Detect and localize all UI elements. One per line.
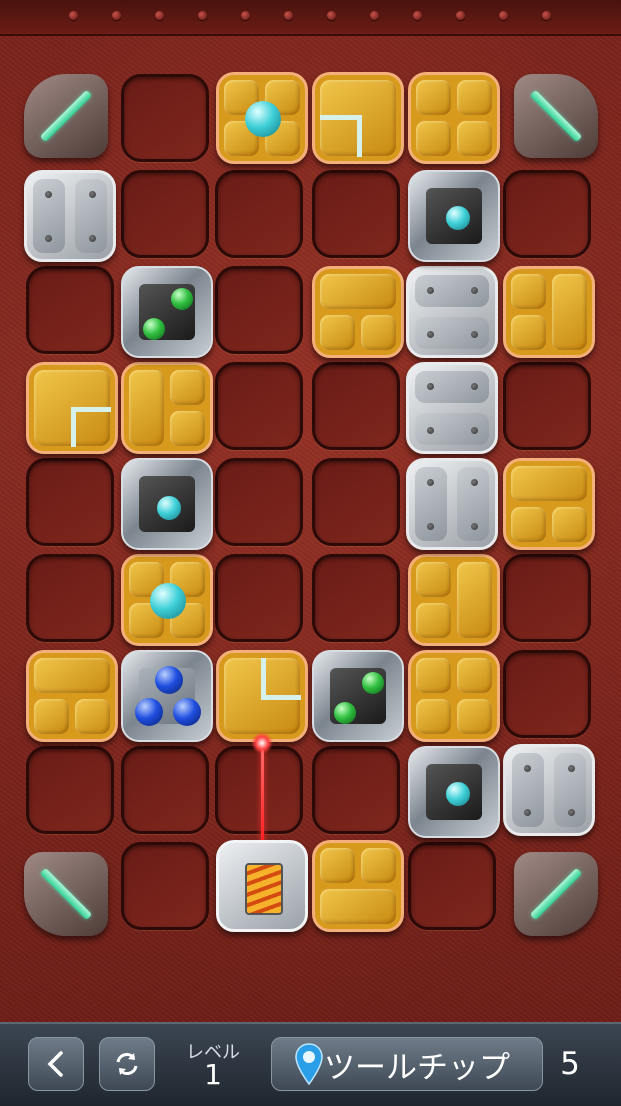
gold-tee-tile[interactable] xyxy=(312,840,404,932)
laser-emitter[interactable] xyxy=(216,840,308,932)
empty-slot[interactable] xyxy=(215,266,303,354)
gold-tee-tile[interactable] xyxy=(408,554,500,646)
chevron-left-icon xyxy=(47,1051,63,1077)
cyan-ball xyxy=(150,583,186,619)
mirror-bar xyxy=(39,867,93,921)
rotate-arrows-icon xyxy=(116,1053,138,1075)
green-ball xyxy=(143,318,165,340)
stud xyxy=(198,11,207,20)
glass-target-tile[interactable] xyxy=(408,746,500,838)
mirror-bar xyxy=(529,867,583,921)
silver-split-tile[interactable] xyxy=(406,458,498,550)
stud xyxy=(155,11,164,20)
laser-spark-icon xyxy=(251,732,273,754)
empty-slot[interactable] xyxy=(408,842,496,930)
corner-mirror-bottom-left[interactable] xyxy=(24,852,108,936)
stud xyxy=(456,11,465,20)
empty-slot[interactable] xyxy=(26,746,114,834)
stud xyxy=(413,11,422,20)
level-number: 1 xyxy=(204,1058,222,1091)
tooltip-label: ツールチップ xyxy=(324,1049,510,1086)
green-ball xyxy=(171,288,193,310)
map-pin-icon xyxy=(295,1043,323,1086)
tooltip-button[interactable]: ツールチップ xyxy=(271,1037,543,1091)
gold-tee-tile[interactable] xyxy=(408,650,500,742)
gold-cross-tile[interactable] xyxy=(216,72,308,164)
silver-split-tile[interactable] xyxy=(406,266,498,358)
empty-slot[interactable] xyxy=(312,746,400,834)
silver-split-tile[interactable] xyxy=(24,170,116,262)
cyan-ball xyxy=(245,101,281,137)
back-button[interactable] xyxy=(28,1037,84,1091)
gold-corner-tile[interactable] xyxy=(216,650,308,742)
gold-tee-tile[interactable] xyxy=(408,72,500,164)
blue-ball xyxy=(173,698,201,726)
stud xyxy=(241,11,250,20)
empty-slot[interactable] xyxy=(26,266,114,354)
green-ball xyxy=(334,702,356,724)
stud xyxy=(112,11,121,20)
stud xyxy=(69,11,78,20)
green-ball xyxy=(362,672,384,694)
corner-mirror-bottom-right[interactable] xyxy=(514,852,598,936)
empty-slot[interactable] xyxy=(121,170,209,258)
empty-slot[interactable] xyxy=(215,362,303,450)
stud xyxy=(542,11,551,20)
mirror-bar xyxy=(39,89,93,143)
empty-slot[interactable] xyxy=(26,554,114,642)
silver-split-tile[interactable] xyxy=(503,744,595,836)
stud xyxy=(499,11,508,20)
gold-tee-tile[interactable] xyxy=(26,650,118,742)
gold-cross-tile[interactable] xyxy=(121,554,213,646)
glass-target-tile[interactable] xyxy=(121,650,213,742)
empty-slot[interactable] xyxy=(503,362,591,450)
empty-slot[interactable] xyxy=(121,842,209,930)
blue-ball xyxy=(155,666,183,694)
tooltip-count: 5 xyxy=(560,1046,580,1082)
cyan-ball xyxy=(446,206,470,230)
top-stitched-strip xyxy=(0,0,621,36)
empty-slot[interactable] xyxy=(26,458,114,546)
glass-target-tile[interactable] xyxy=(312,650,404,742)
empty-slot[interactable] xyxy=(503,554,591,642)
empty-slot[interactable] xyxy=(312,458,400,546)
restart-button[interactable] xyxy=(99,1037,155,1091)
cyan-ball xyxy=(446,782,470,806)
gold-tee-tile[interactable] xyxy=(312,266,404,358)
gold-corner-tile[interactable] xyxy=(26,362,118,454)
stud xyxy=(284,11,293,20)
glass-target-tile[interactable] xyxy=(121,458,213,550)
gold-tee-tile[interactable] xyxy=(121,362,213,454)
glass-target-tile[interactable] xyxy=(408,170,500,262)
stud xyxy=(327,11,336,20)
emitter-spring-icon xyxy=(245,863,283,915)
empty-slot[interactable] xyxy=(503,170,591,258)
gold-tee-tile[interactable] xyxy=(503,458,595,550)
empty-slot[interactable] xyxy=(312,554,400,642)
stud xyxy=(370,11,379,20)
empty-slot[interactable] xyxy=(312,362,400,450)
empty-slot[interactable] xyxy=(215,170,303,258)
empty-slot[interactable] xyxy=(312,170,400,258)
empty-slot[interactable] xyxy=(215,554,303,642)
mirror-bar xyxy=(529,89,583,143)
gold-corner-tile[interactable] xyxy=(312,72,404,164)
empty-slot[interactable] xyxy=(215,746,303,834)
glass-target-tile[interactable] xyxy=(121,266,213,358)
corner-mirror-top-right[interactable] xyxy=(514,74,598,158)
silver-split-tile[interactable] xyxy=(406,362,498,454)
laser-beam xyxy=(261,742,264,850)
empty-slot[interactable] xyxy=(121,74,209,162)
empty-slot[interactable] xyxy=(215,458,303,546)
corner-mirror-top-left[interactable] xyxy=(24,74,108,158)
blue-ball xyxy=(135,698,163,726)
empty-slot[interactable] xyxy=(121,746,209,834)
gold-tee-tile[interactable] xyxy=(503,266,595,358)
cyan-ball xyxy=(157,496,181,520)
empty-slot[interactable] xyxy=(503,650,591,738)
